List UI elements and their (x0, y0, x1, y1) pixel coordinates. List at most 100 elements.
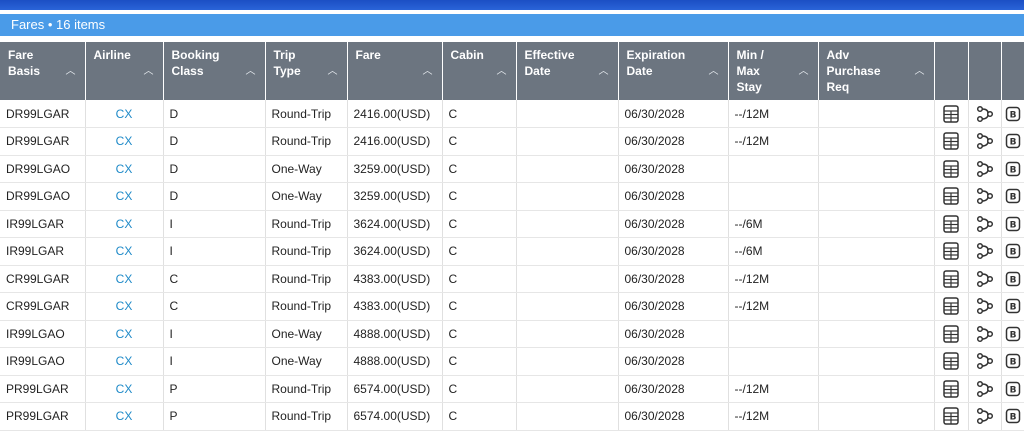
cell-airline[interactable]: CX (85, 237, 164, 266)
rules-action[interactable]: B (1001, 182, 1024, 211)
column-header-airline[interactable]: Airline ︿ (85, 42, 164, 100)
column-header-expiration-date[interactable]: Expiration Date ︿ (618, 42, 729, 100)
rules-action[interactable]: B (1001, 347, 1024, 376)
table-body: DR99LGAR CX D Round-Trip 2416.00(USD) C 06/30/… (0, 100, 1024, 431)
route-action[interactable] (968, 292, 1002, 321)
calculator-action[interactable] (934, 155, 969, 183)
sort-chevron-icon[interactable]: ︿ (915, 64, 925, 80)
cell-airline[interactable]: CX (85, 292, 164, 321)
sort-chevron-icon[interactable]: ︿ (144, 64, 154, 80)
calculator-action[interactable] (934, 265, 969, 293)
cell-booking-class: C (163, 265, 266, 293)
cell-fare-basis: IR99LGAR (0, 237, 86, 266)
rules-action[interactable]: B (1001, 127, 1024, 156)
sort-chevron-icon[interactable]: ︿ (599, 64, 609, 80)
column-header-label: Fare (355, 48, 381, 62)
rules-action[interactable]: B (1001, 100, 1024, 128)
rules-action[interactable]: B (1001, 210, 1024, 238)
route-action[interactable] (968, 100, 1002, 128)
cell-expiration-date: 06/30/2028 (618, 265, 729, 293)
cell-airline[interactable]: CX (85, 100, 164, 128)
route-action[interactable] (968, 320, 1002, 348)
cell-airline[interactable]: CX (85, 375, 164, 403)
sort-chevron-icon[interactable]: ︿ (799, 64, 809, 80)
column-header-fare[interactable]: Fare ︿ (347, 42, 443, 100)
cell-adv-purchase-req (818, 182, 935, 211)
cell-expiration-date: 06/30/2028 (618, 347, 729, 376)
svg-text:B: B (1009, 413, 1016, 423)
table-row[interactable]: PR99LGAR CX P Round-Trip 6574.00(USD) C 06/30/… (0, 375, 1024, 403)
route-action[interactable] (968, 347, 1002, 376)
rules-action[interactable]: B (1001, 265, 1024, 293)
column-header-effective-date[interactable]: Effective Date ︿ (516, 42, 619, 100)
cell-min-max-stay: --/6M (728, 237, 819, 266)
sort-chevron-icon[interactable]: ︿ (328, 64, 338, 80)
table-row[interactable]: CR99LGAR CX C Round-Trip 4383.00(USD) C 06/30/… (0, 265, 1024, 293)
calculator-icon (935, 187, 968, 205)
cell-airline[interactable]: CX (85, 210, 164, 238)
calculator-action[interactable] (934, 237, 969, 266)
cell-airline[interactable]: CX (85, 127, 164, 156)
cell-trip-type: Round-Trip (265, 127, 348, 156)
cell-cabin: C (442, 155, 517, 183)
cell-airline[interactable]: CX (85, 347, 164, 376)
column-header-fare-basis[interactable]: Fare Basis ︿ (0, 42, 86, 100)
calculator-action[interactable] (934, 320, 969, 348)
table-row[interactable]: IR99LGAR CX I Round-Trip 3624.00(USD) C 06/30/… (0, 237, 1024, 266)
column-header-booking-class[interactable]: Booking Class ︿ (163, 42, 266, 100)
action-column-header (968, 42, 1002, 100)
route-action[interactable] (968, 155, 1002, 183)
calculator-action[interactable] (934, 100, 969, 128)
table-row[interactable]: IR99LGAO CX I One-Way 4888.00(USD) C 06/30/202… (0, 320, 1024, 348)
cell-min-max-stay (728, 155, 819, 183)
cell-airline[interactable]: CX (85, 155, 164, 183)
route-action[interactable] (968, 237, 1002, 266)
svg-text:B: B (1009, 303, 1016, 313)
calculator-action[interactable] (934, 292, 969, 321)
column-header-label: Booking Class (171, 48, 220, 78)
table-row[interactable]: IR99LGAO CX I One-Way 4888.00(USD) C 06/30/202… (0, 347, 1024, 376)
table-row[interactable]: IR99LGAR CX I Round-Trip 3624.00(USD) C 06/30/… (0, 210, 1024, 238)
rules-icon: B (1002, 216, 1024, 232)
column-header-adv-purchase-req[interactable]: Adv Purchase Req ︿ (818, 42, 935, 100)
cell-min-max-stay: --/12M (728, 375, 819, 403)
table-row[interactable]: DR99LGAR CX D Round-Trip 2416.00(USD) C 06/30/… (0, 127, 1024, 156)
cell-airline[interactable]: CX (85, 182, 164, 211)
route-action[interactable] (968, 127, 1002, 156)
route-action[interactable] (968, 182, 1002, 211)
rules-action[interactable]: B (1001, 155, 1024, 183)
cell-airline[interactable]: CX (85, 320, 164, 348)
cell-min-max-stay (728, 347, 819, 376)
table-row[interactable]: DR99LGAR CX D Round-Trip 2416.00(USD) C 06/30/… (0, 100, 1024, 128)
sort-chevron-icon[interactable]: ︿ (709, 64, 719, 80)
route-action[interactable] (968, 210, 1002, 238)
rules-action[interactable]: B (1001, 292, 1024, 321)
cell-trip-type: One-Way (265, 182, 348, 211)
column-header-min-max-stay[interactable]: Min / Max Stay ︿ (728, 42, 819, 100)
cell-cabin: C (442, 320, 517, 348)
rules-action[interactable]: B (1001, 320, 1024, 348)
route-action[interactable] (968, 265, 1002, 293)
calculator-action[interactable] (934, 182, 969, 211)
sort-chevron-icon[interactable]: ︿ (423, 64, 433, 80)
column-header-cabin[interactable]: Cabin ︿ (442, 42, 517, 100)
table-row[interactable]: DR99LGAO CX D One-Way 3259.00(USD) C 06/30/202… (0, 182, 1024, 211)
calculator-action[interactable] (934, 210, 969, 238)
calculator-action[interactable] (934, 347, 969, 376)
table-row[interactable]: CR99LGAR CX C Round-Trip 4383.00(USD) C 06/30/… (0, 292, 1024, 321)
sort-chevron-icon[interactable]: ︿ (497, 64, 507, 80)
calculator-action[interactable] (934, 375, 969, 403)
rules-action[interactable]: B (1001, 237, 1024, 266)
table-row[interactable]: DR99LGAO CX D One-Way 3259.00(USD) C 06/30/202… (0, 155, 1024, 183)
column-header-trip-type[interactable]: Trip Type ︿ (265, 42, 348, 100)
cell-airline[interactable]: CX (85, 265, 164, 293)
cell-trip-type: Round-Trip (265, 100, 348, 128)
sort-chevron-icon[interactable]: ︿ (246, 64, 256, 80)
sort-chevron-icon[interactable]: ︿ (66, 64, 76, 80)
cell-booking-class: I (163, 237, 266, 266)
route-action[interactable] (968, 375, 1002, 403)
cell-adv-purchase-req (818, 210, 935, 238)
cell-trip-type: One-Way (265, 347, 348, 376)
rules-action[interactable]: B (1001, 375, 1024, 403)
calculator-action[interactable] (934, 127, 969, 156)
